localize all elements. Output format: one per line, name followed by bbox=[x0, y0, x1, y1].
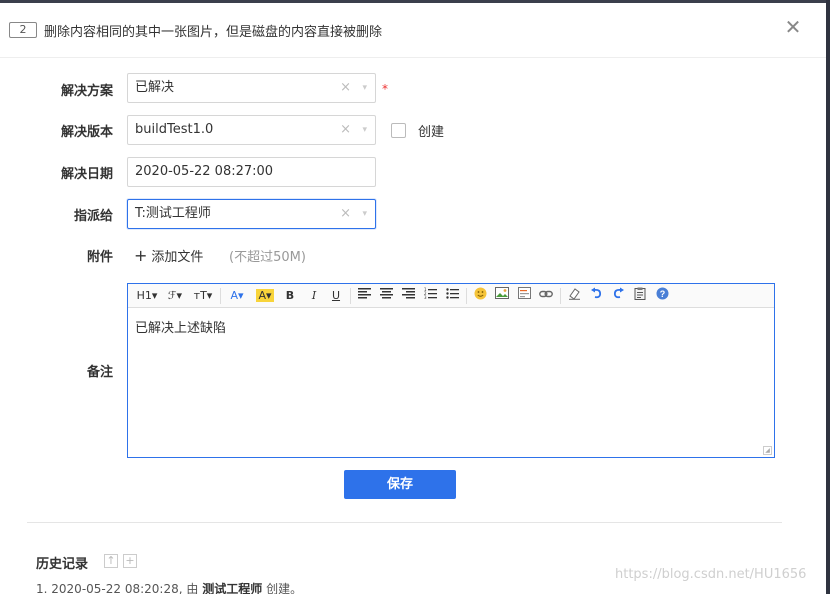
plus-icon: + bbox=[134, 246, 148, 265]
clear-icon[interactable]: × bbox=[340, 200, 351, 228]
undo-icon[interactable] bbox=[588, 287, 604, 305]
highlight-color-label: A▾ bbox=[256, 289, 274, 302]
build-value: buildTest1.0 bbox=[135, 122, 214, 137]
eraser-icon[interactable] bbox=[566, 287, 582, 305]
add-file-button[interactable]: + 添加文件 bbox=[134, 246, 203, 265]
code-icon[interactable] bbox=[516, 287, 532, 305]
font-color-button[interactable]: A▾ bbox=[226, 287, 248, 305]
required-mark: * bbox=[382, 82, 388, 96]
help-icon[interactable]: ? bbox=[654, 287, 670, 305]
toolbar-divider bbox=[560, 288, 561, 304]
toolbar-divider bbox=[466, 288, 467, 304]
build-label: 解决版本 bbox=[60, 125, 113, 140]
date-label: 解决日期 bbox=[60, 167, 113, 182]
create-build-label[interactable]: 创建 bbox=[418, 121, 444, 140]
heading-button[interactable]: H1▾ bbox=[134, 287, 160, 305]
image-icon[interactable] bbox=[494, 287, 510, 305]
create-build-checkbox[interactable] bbox=[391, 123, 406, 138]
build-select[interactable]: buildTest1.0 × ▾ bbox=[127, 115, 376, 145]
clear-icon[interactable]: × bbox=[340, 74, 351, 102]
resolution-value: 已解决 bbox=[135, 80, 175, 95]
svg-text:3: 3 bbox=[424, 295, 427, 299]
align-right-icon[interactable] bbox=[400, 287, 416, 305]
font-size-button[interactable]: тT▾ bbox=[190, 287, 216, 305]
add-file-label: 添加文件 bbox=[151, 250, 204, 265]
dialog-title: 删除内容相同的其中一张图片，但是磁盘的内容直接被删除 bbox=[44, 25, 383, 40]
underline-button[interactable]: U bbox=[328, 287, 344, 305]
assign-select[interactable]: T:测试工程师 × ▾ bbox=[127, 199, 376, 229]
paste-icon[interactable] bbox=[632, 287, 648, 305]
align-center-icon[interactable] bbox=[378, 287, 394, 305]
clear-icon[interactable]: × bbox=[340, 116, 351, 144]
history-entry: 1. 2020-05-22 08:20:28, 由 测试工程师 创建。 bbox=[36, 580, 302, 594]
emoji-icon[interactable] bbox=[472, 287, 488, 305]
resolution-label: 解决方案 bbox=[60, 84, 113, 99]
toolbar-divider bbox=[220, 288, 221, 304]
editor-toolbar: H1▾ ℱ▾ тT▾ A▾ A▾ B I U 123 ? bbox=[128, 284, 774, 308]
notes-editor[interactable]: H1▾ ℱ▾ тT▾ A▾ A▾ B I U 123 ? 已解决上述缺陷 ◢ bbox=[127, 283, 775, 458]
align-left-icon[interactable] bbox=[356, 287, 372, 305]
chevron-down-icon[interactable]: ▾ bbox=[362, 116, 367, 144]
attachment-label: 附件 bbox=[86, 250, 113, 265]
bug-id-badge: 2 bbox=[9, 22, 37, 38]
svg-text:?: ? bbox=[659, 289, 665, 299]
history-entry-user: 测试工程师 bbox=[202, 582, 263, 594]
save-button[interactable]: 保存 bbox=[344, 470, 456, 499]
history-title: 历史记录 bbox=[36, 557, 89, 572]
window-right-edge bbox=[826, 0, 830, 594]
chevron-down-icon[interactable]: ▾ bbox=[362, 74, 367, 102]
dialog-header: 2 删除内容相同的其中一张图片，但是磁盘的内容直接被删除 ✕ bbox=[0, 3, 826, 58]
toolbar-divider bbox=[350, 288, 351, 304]
font-family-button[interactable]: ℱ▾ bbox=[164, 287, 186, 305]
highlight-color-button[interactable]: A▾ bbox=[254, 287, 276, 305]
expand-history-icon[interactable]: + bbox=[123, 554, 137, 568]
history-entry-number: 1. bbox=[36, 582, 48, 594]
assign-value: T:测试工程师 bbox=[135, 206, 211, 221]
unordered-list-icon[interactable] bbox=[444, 287, 460, 305]
close-icon[interactable]: ✕ bbox=[782, 16, 804, 38]
chevron-down-icon[interactable]: ▾ bbox=[362, 200, 367, 228]
history-entry-by: 由 bbox=[186, 582, 199, 594]
resolution-select[interactable]: 已解决 × ▾ bbox=[127, 73, 376, 103]
resize-grip-icon[interactable]: ◢ bbox=[763, 446, 772, 455]
resolve-date-input[interactable]: 2020-05-22 08:27:00 bbox=[127, 157, 376, 187]
bold-button[interactable]: B bbox=[282, 287, 298, 305]
collapse-history-icon[interactable]: ↑ bbox=[104, 554, 118, 568]
watermark: https://blog.csdn.net/HU1656 bbox=[615, 567, 807, 582]
link-icon[interactable] bbox=[538, 287, 554, 305]
file-size-hint: (不超过50M) bbox=[229, 250, 306, 265]
assign-label: 指派给 bbox=[73, 209, 113, 224]
ordered-list-icon[interactable]: 123 bbox=[422, 287, 438, 305]
history-entry-action: 创建。 bbox=[266, 582, 303, 594]
history-entry-time: 2020-05-22 08:20:28, bbox=[51, 582, 183, 594]
notes-label: 备注 bbox=[86, 365, 113, 380]
italic-button[interactable]: I bbox=[306, 287, 322, 305]
section-divider bbox=[27, 522, 782, 523]
notes-content[interactable]: 已解决上述缺陷 bbox=[135, 317, 226, 336]
redo-icon[interactable] bbox=[610, 287, 626, 305]
